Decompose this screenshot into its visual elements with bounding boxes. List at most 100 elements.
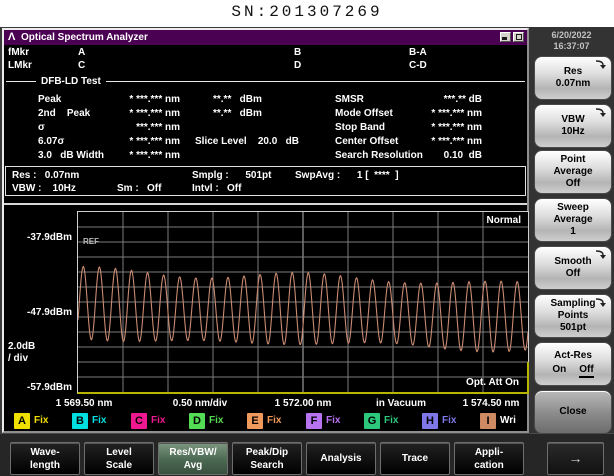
submenu-arrow-icon [594,298,606,308]
fkey-label: Peak/Dip [246,446,288,459]
divider-line [106,81,525,82]
minimize-icon [502,37,507,40]
function-key-analysis[interactable]: Analysis [306,442,376,475]
trace-h-state: Fix [442,413,456,429]
softkey-point-average[interactable]: Point Average Off [534,150,612,194]
dfb-value: * ***.*** nm [352,136,482,147]
minimize-button[interactable] [500,32,511,42]
fkey-label: Scale [106,459,132,472]
clock-date: 6/20/2022 [529,30,614,41]
lmkr-label: LMkr [8,60,32,71]
submenu-arrow-icon [594,250,606,260]
act-res-on-option[interactable]: On [552,364,566,378]
softkey-value: 501pt [560,322,586,334]
trace-c-badge: C [131,413,147,429]
trace-b-state: Fix [92,413,106,429]
section-divider-line [4,203,527,205]
function-key-more[interactable]: → [547,442,604,475]
y-axis-label-ref: -37.9dBm [8,232,72,243]
softkey-close[interactable]: Close [534,390,612,434]
more-arrow-icon: → [569,452,583,465]
trace-d[interactable]: DFix [189,413,223,430]
fmkr-diff: B-A [409,47,427,58]
softkey-act-res[interactable]: Act-Res On Off [534,342,612,386]
function-key-trace[interactable]: Trace [380,442,450,475]
trace-c-state: Fix [151,413,165,429]
serial-number-label: SN:201307269 [0,3,614,21]
lmkr-d: D [294,60,301,71]
dfb-value-db: **.** dBm [213,94,262,105]
title-bar: Λ Optical Spectrum Analyzer [4,30,527,45]
dfb-value-nm: * ***.*** nm [64,94,180,105]
softkey-label: Points [558,310,589,322]
function-key-peak-dip-search[interactable]: Peak/Dip Search [232,442,302,475]
softkey-label: Point [561,154,586,166]
fkey-label: cation [474,459,503,472]
anritsu-logo-icon: Λ [8,30,15,45]
x-axis-label-perdiv: 0.50 nm/div [145,398,255,409]
trace-e[interactable]: EFix [247,413,281,430]
trace-i[interactable]: IWriOff [480,413,527,430]
trace-g[interactable]: GFix [364,413,398,430]
fkey-label: Appli- [475,446,503,459]
dfb-value-nm: * ***.*** nm [64,150,180,161]
fkey-label: Analysis [320,452,361,465]
trace-f[interactable]: FFix [306,413,340,430]
status-sm: Sm : Off [117,183,161,194]
y-axis-label-bottom: -57.9dBm [8,382,72,393]
trace-a[interactable]: AFix [14,413,48,430]
dfb-value: ***.** dB [352,94,482,105]
trace-i-state: Wri [500,413,516,429]
dfb-slice-level: Slice Level 20.0 dB [195,136,299,147]
clock: 6/20/2022 16:37:07 [529,30,614,52]
function-key-wavelength[interactable]: Wave- length [10,442,80,475]
fmkr-b: B [294,47,301,58]
dfb-value-nm: ***.*** nm [64,122,180,133]
graph-mode-label: Normal [487,215,521,226]
trace-h-badge: H [422,413,438,429]
dfb-value-db: **.** dBm [213,108,262,119]
function-key-res-vbw-avg[interactable]: Res/VBW/ Avg [158,442,228,475]
softkey-label: Res [564,66,582,78]
fkey-label: Level [106,446,132,459]
trace-c[interactable]: C Fix [131,413,165,430]
y-scale-unit-label: / div [8,353,28,364]
softkey-value: Off [566,178,580,190]
y-axis-label-mid: -47.9dBm [8,307,72,318]
trace-b[interactable]: BFix [72,413,106,430]
device-panel: Λ Optical Spectrum Analyzer fMkr A B B-A… [0,27,614,476]
maximize-button[interactable] [513,32,524,42]
softkey-value: 0.07nm [556,78,590,90]
fmkr-label: fMkr [8,47,29,58]
dfb-label: σ [38,122,45,133]
osa-window: Λ Optical Spectrum Analyzer fMkr A B B-A… [2,28,529,433]
softkey-sweep-average[interactable]: Sweep Average 1 [534,198,612,242]
act-res-off-option[interactable]: Off [579,364,593,378]
softkey-sampling-points[interactable]: Sampling Points 501pt [534,294,612,338]
trace-h[interactable]: H Fix [422,413,456,430]
trace-g-badge: G [364,413,380,429]
dfb-value: * ***.*** nm [352,108,482,119]
function-key-application[interactable]: Appli- cation [454,442,524,475]
y-scale-label: 2.0dB [8,341,35,352]
maximize-icon [516,34,522,40]
fmkr-a: A [78,47,85,58]
softkey-smooth[interactable]: Smooth Off [534,246,612,290]
x-axis-label-start: 1 569.50 nm [29,398,139,409]
clock-time: 16:37:07 [529,41,614,52]
softkey-label: Average [553,166,592,178]
softkey-value: 10Hz [561,126,584,138]
screen: SN:201307269 Λ Optical Spectrum Analyzer… [0,0,614,476]
softkey-vbw[interactable]: VBW 10Hz [534,104,612,148]
dfb-label: 6.07σ [38,136,64,147]
softkey-value: Off [566,268,580,280]
softkey-label: Close [559,406,586,418]
softkey-res[interactable]: Res 0.07nm [534,56,612,100]
sweep-status-box: Res : 0.07nm Smplg : 501pt SwpAvg : 1 [ … [5,166,526,196]
status-vbw: VBW : 10Hz [12,183,76,194]
softkey-label: VBW [561,114,584,126]
function-key-level-scale[interactable]: Level Scale [84,442,154,475]
softkey-label: Sweep [557,202,589,214]
fkey-label: Trace [402,452,428,465]
trace-e-badge: E [247,413,263,429]
